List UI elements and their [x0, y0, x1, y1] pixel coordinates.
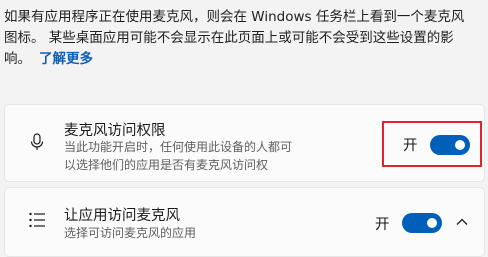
chevron-up-icon[interactable]	[454, 214, 470, 230]
microphone-icon	[30, 133, 44, 150]
microphone-access-description-line-1: 当此功能开启时，任何使用此设备的人都可	[64, 140, 293, 154]
intro-line-3: 响。 了解更多	[4, 49, 482, 70]
intro-line-3-text: 响。	[4, 51, 31, 67]
intro-line-2: 图标。 某些桌面应用可能不会显示在此页面上或可能不会受到这些设置的影	[4, 30, 454, 46]
app-access-state-label: 开	[375, 217, 390, 233]
list-icon	[29, 212, 45, 228]
app-microphone-access-card[interactable]: 让应用访问麦克风 选择可访问麦克风的应用 开	[4, 187, 485, 257]
app-microphone-access-toggle[interactable]	[402, 213, 442, 233]
learn-more-link[interactable]: 了解更多	[39, 51, 93, 67]
microphone-access-description-line-2: 以选择他们的应用是否有麦克风访问权	[64, 158, 269, 172]
toggle-knob	[455, 140, 465, 150]
microphone-access-card: 麦克风访问权限 当此功能开启时，任何使用此设备的人都可 以选择他们的应用是否有麦…	[4, 104, 485, 182]
app-microphone-access-title: 让应用访问麦克风	[64, 208, 180, 224]
app-microphone-access-description: 选择可访问麦克风的应用	[64, 226, 197, 240]
microphone-info-text: 如果有应用程序正在使用麦克风，则会在 Windows 任务栏上看到一个麦克风 图…	[4, 7, 482, 70]
microphone-access-title: 麦克风访问权限	[64, 123, 166, 139]
microphone-access-description: 当此功能开启时，任何使用此设备的人都可 以选择他们的应用是否有麦克风访问权	[64, 138, 292, 174]
microphone-access-toggle[interactable]	[430, 135, 470, 155]
intro-line-1: 如果有应用程序正在使用麦克风，则会在 Windows 任务栏上看到一个麦克风	[4, 9, 465, 25]
toggle-knob	[427, 218, 437, 228]
microphone-access-state-label: 开	[403, 138, 418, 154]
